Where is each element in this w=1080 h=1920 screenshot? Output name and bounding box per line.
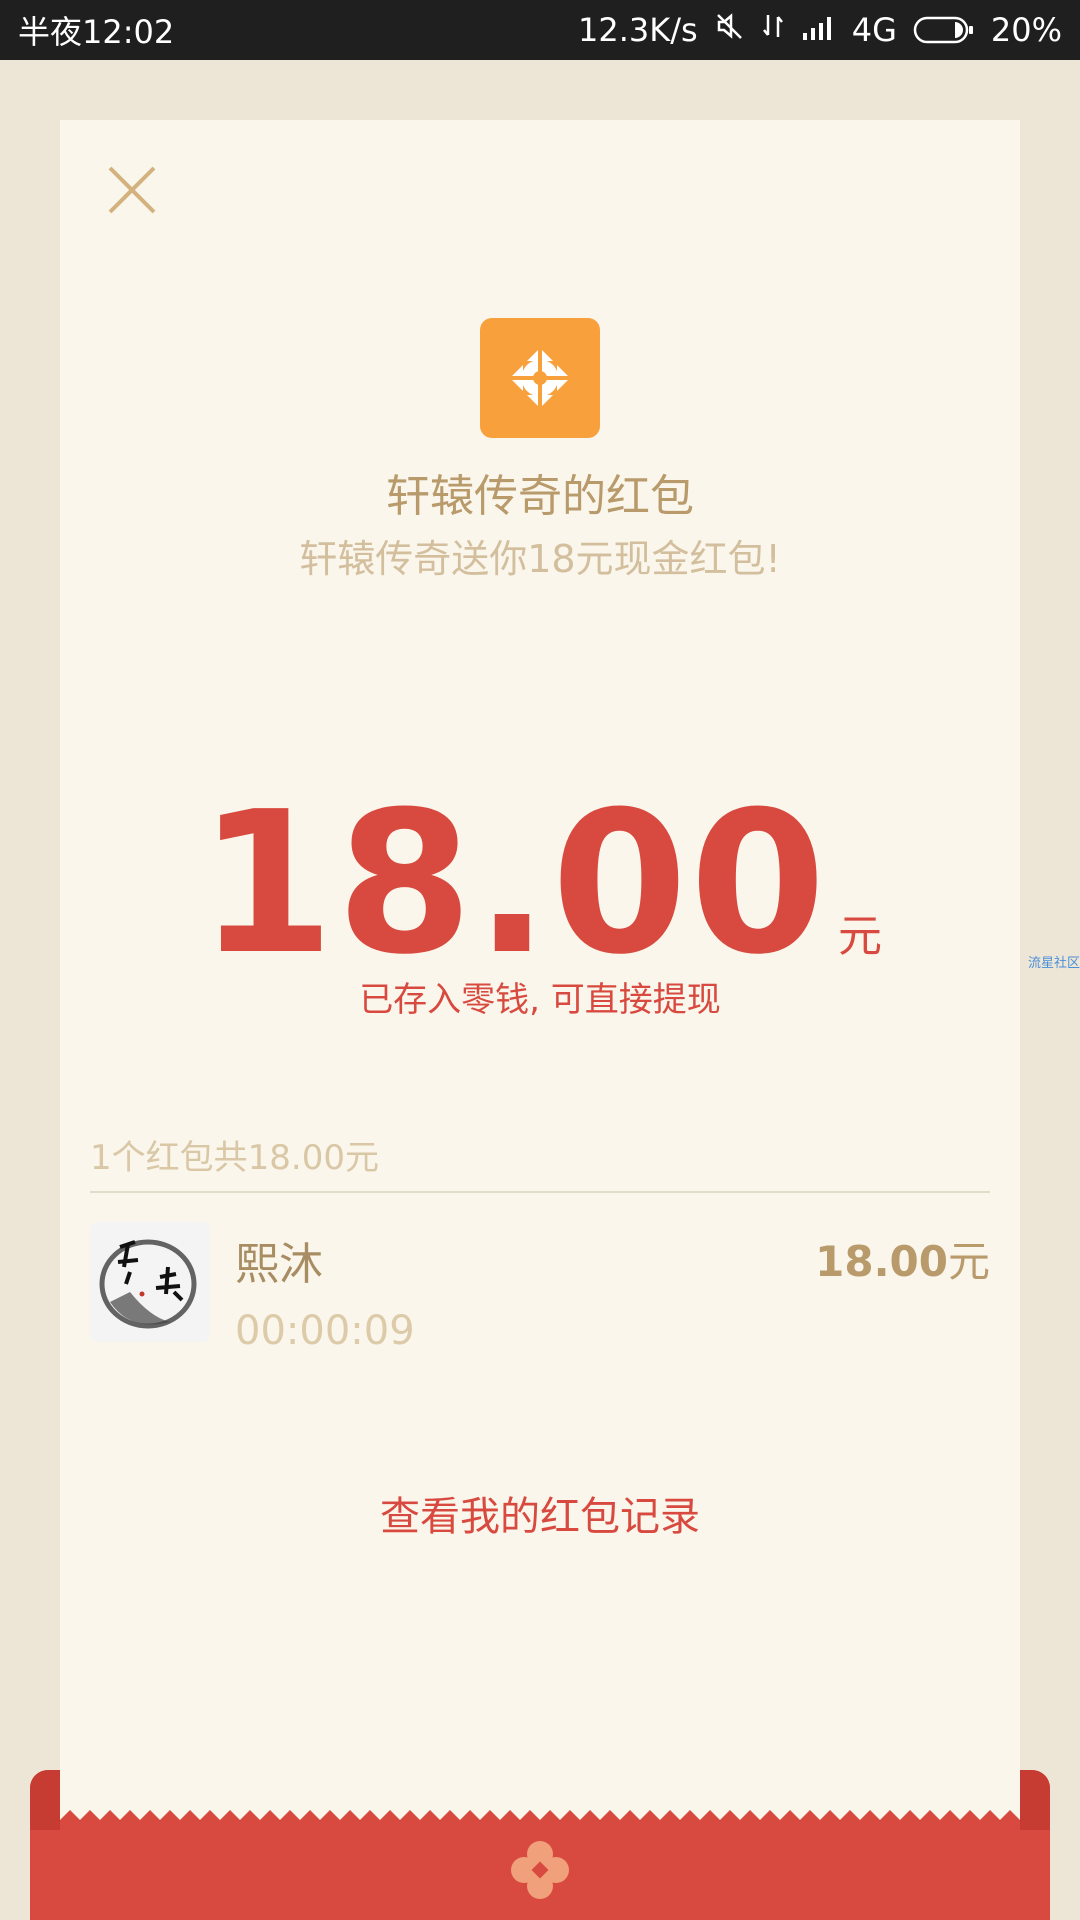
network-type: 4G bbox=[851, 11, 897, 49]
close-icon[interactable] bbox=[102, 160, 162, 220]
battery-icon bbox=[913, 15, 975, 45]
receive-time: 00:00:09 bbox=[235, 1308, 415, 1354]
envelope-flap-left bbox=[30, 1770, 60, 1830]
packet-summary: 1个红包共18.00元 bbox=[90, 1138, 379, 1178]
avatar[interactable] bbox=[90, 1222, 210, 1342]
packet-subtitle: 轩辕传奇送你18元现金红包! bbox=[299, 537, 781, 581]
receiver-name: 熙沐 bbox=[235, 1239, 323, 1290]
view-history-link[interactable]: 查看我的红包记录 bbox=[60, 1484, 1020, 1542]
red-packet-detail-card: 轩辕传奇的红包 轩辕传奇送你18元现金红包! 18.00 元 已存入零钱, 可直… bbox=[60, 120, 1020, 1820]
card-zigzag-edge bbox=[60, 1810, 1020, 1830]
signal-icon bbox=[802, 11, 836, 49]
amount-display: 18.00 元 bbox=[60, 770, 1020, 998]
receiver-amount-value: 18.00 bbox=[815, 1237, 948, 1286]
amount-value: 18.00 bbox=[198, 770, 828, 998]
mute-icon bbox=[714, 11, 744, 49]
packet-title: 轩辕传奇的红包 bbox=[386, 471, 694, 522]
data-transfer-icon bbox=[760, 11, 786, 49]
receiver-amount-unit: 元 bbox=[947, 1237, 990, 1286]
envelope-seal-icon bbox=[510, 1840, 570, 1900]
receiver-amount: 18.00元 bbox=[815, 1228, 990, 1289]
status-time: 半夜12:02 bbox=[18, 13, 175, 51]
status-bar: 半夜12:02 12.3K/s 4G 20% bbox=[0, 0, 1080, 60]
divider bbox=[90, 1191, 990, 1193]
watermark: 流星社区 bbox=[1027, 956, 1080, 971]
battery-percent: 20% bbox=[990, 11, 1062, 49]
amount-unit: 元 bbox=[837, 911, 882, 962]
saved-to-wallet-note[interactable]: 已存入零钱, 可直接提现 bbox=[60, 972, 1020, 1021]
network-speed: 12.3K/s bbox=[578, 11, 698, 49]
app-logo-icon bbox=[480, 318, 600, 438]
receiver-list-item: 熙沐 00:00:09 18.00元 bbox=[90, 1222, 990, 1354]
envelope-flap-right bbox=[1020, 1770, 1050, 1830]
